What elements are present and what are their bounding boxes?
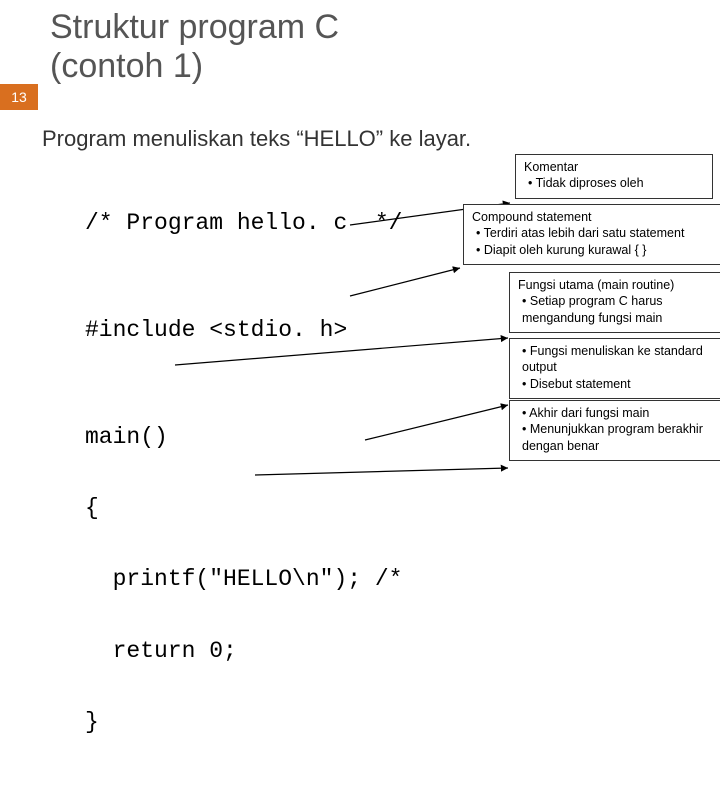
content-area: /* Program hello. c */ #include <stdio. … (85, 170, 720, 812)
code-line: { (85, 491, 720, 527)
callout-return: Akhir dari fungsi main Menunjukkan progr… (509, 400, 720, 461)
title-line-2: (contoh 1) (50, 47, 203, 85)
code-block: /* Program hello. c */ #include <stdio. … (85, 170, 720, 812)
callout-bullet: Fungsi menuliskan ke standard output (522, 343, 720, 376)
callout-bullet: Setiap program C harus mengandung fungsi… (522, 293, 720, 326)
callout-title: Compound statement (472, 209, 720, 225)
callout-compound: Compound statement Terdiri atas lebih da… (463, 204, 720, 265)
callout-bullet: Terdiri atas lebih dari satu statement (476, 225, 720, 241)
callout-bullet: Tidak diproses oleh (528, 175, 704, 191)
slide-number: 13 (0, 84, 38, 110)
title-line-1: Struktur program C (50, 8, 339, 46)
callout-title: Komentar (524, 159, 704, 175)
slide-subtitle: Program menuliskan teks “HELLO” ke layar… (42, 126, 720, 152)
callout-bullet: Diapit oleh kurung kurawal { } (476, 242, 720, 258)
callout-bullet: Menunjukkan program berakhir dengan bena… (522, 421, 720, 454)
callout-bullet: Akhir dari fungsi main (522, 405, 720, 421)
callout-title: Fungsi utama (main routine) (518, 277, 720, 293)
code-line: } (85, 705, 720, 741)
slide-title: Struktur program C (contoh 1) (50, 8, 720, 86)
code-line: return 0; (85, 634, 720, 670)
callout-main: Fungsi utama (main routine) Setiap progr… (509, 272, 720, 333)
callout-printf: Fungsi menuliskan ke standard output Dis… (509, 338, 720, 399)
callout-comment: Komentar Tidak diproses oleh (515, 154, 713, 199)
code-line: printf("HELLO\n"); /* (85, 562, 720, 598)
callout-bullet: Disebut statement (522, 376, 720, 392)
